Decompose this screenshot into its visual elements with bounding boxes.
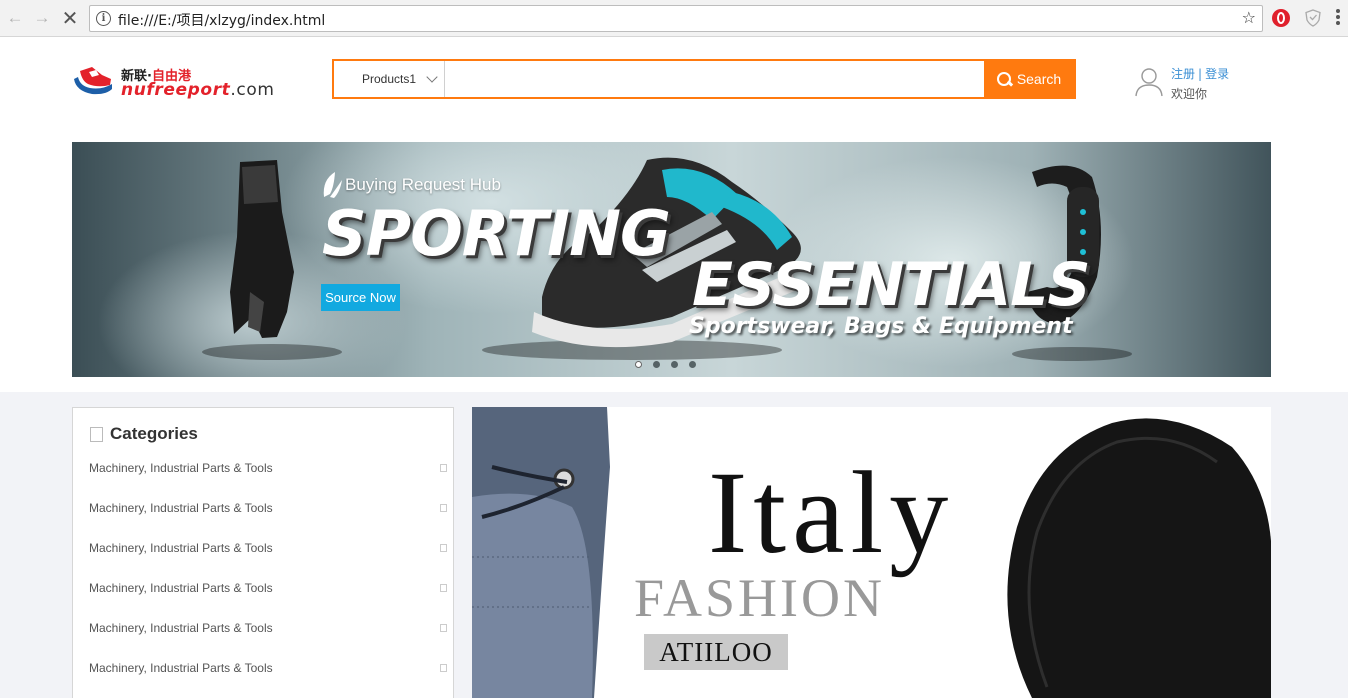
user-icon[interactable]: [1134, 66, 1164, 98]
address-bar[interactable]: i file:///E:/项目/xlzyg/index.html ☆: [89, 5, 1263, 32]
insole-image: [1007, 418, 1271, 698]
categories-title: Categories: [110, 424, 198, 443]
search-input[interactable]: [446, 61, 984, 97]
categories-panel: Categories Machinery, Industrial Parts &…: [72, 407, 454, 698]
register-link[interactable]: 注册: [1171, 67, 1195, 81]
login-link[interactable]: 登录: [1205, 67, 1229, 81]
chevron-right-icon: [440, 504, 447, 512]
promo-headline: Italy: [708, 447, 955, 578]
auth-separator: |: [1198, 67, 1203, 81]
category-item[interactable]: Machinery, Industrial Parts & Tools: [89, 579, 449, 599]
auth-links: 注册 | 登录: [1171, 65, 1229, 82]
categories-icon: [90, 426, 103, 442]
logo-mark-icon: [74, 67, 112, 95]
hero-subtitle: Sportswear, Bags & Equipment: [689, 314, 1073, 339]
search-button-label: Search: [1016, 71, 1062, 87]
search-button[interactable]: Search: [984, 61, 1074, 97]
site-logo[interactable]: 新联·自由港 nufreeport.com: [72, 62, 275, 102]
category-item[interactable]: Machinery, Industrial Parts & Tools: [89, 499, 449, 519]
category-label: Machinery, Industrial Parts & Tools: [89, 661, 273, 675]
welcome-text: 欢迎你: [1171, 87, 1208, 101]
category-item[interactable]: Machinery, Industrial Parts & Tools: [89, 459, 449, 479]
arrow-left-icon[interactable]: ←: [4, 7, 26, 29]
category-item[interactable]: Machinery, Industrial Parts & Tools: [89, 659, 449, 679]
search-category-select[interactable]: Products1: [334, 61, 445, 97]
carousel-dot-2[interactable]: [653, 361, 660, 368]
promo-brand-badge: ATIILOO: [644, 634, 788, 670]
chevron-down-icon: [426, 71, 438, 83]
hero-banner[interactable]: Buying Request Hub SPORTING ESSENTIALS S…: [72, 142, 1271, 377]
hero-title-line1: SPORTING: [322, 197, 671, 270]
promo-banner[interactable]: Italy FASHION ATIILOO: [472, 407, 1271, 698]
shield-icon[interactable]: [1305, 9, 1321, 27]
address-url[interactable]: file:///E:/项目/xlzyg/index.html: [118, 10, 325, 30]
category-item[interactable]: Machinery, Industrial Parts & Tools: [89, 539, 449, 559]
carousel-dot-1[interactable]: [635, 361, 642, 368]
chevron-right-icon: [440, 544, 447, 552]
browser-menu-icon[interactable]: [1336, 9, 1340, 27]
category-label: Machinery, Industrial Parts & Tools: [89, 461, 273, 475]
arrow-right-icon[interactable]: →: [31, 7, 53, 29]
chevron-right-icon: [440, 664, 447, 672]
carousel-dot-3[interactable]: [671, 361, 678, 368]
search-bar: Products1 Search: [332, 59, 1076, 99]
star-icon[interactable]: ☆: [1242, 8, 1256, 28]
category-label: Machinery, Industrial Parts & Tools: [89, 541, 273, 555]
hero-hub-text: Buying Request Hub: [345, 175, 501, 194]
source-now-button[interactable]: Source Now: [321, 284, 400, 311]
denim-shoe-image: [472, 407, 610, 698]
chevron-right-icon: [440, 584, 447, 592]
category-item[interactable]: Machinery, Industrial Parts & Tools: [89, 619, 449, 639]
hero-title-line2: ESSENTIALS: [692, 250, 1091, 320]
category-label: Machinery, Industrial Parts & Tools: [89, 621, 273, 635]
logo-english-text: nufreeport.com: [121, 80, 275, 100]
carousel-dots: [635, 361, 696, 368]
search-icon: [996, 71, 1012, 87]
hero-artwork: [202, 157, 1132, 361]
chevron-right-icon: [440, 624, 447, 632]
close-icon[interactable]: ✕: [59, 7, 81, 30]
browser-toolbar: ← → ✕ i file:///E:/项目/xlzyg/index.html ☆: [0, 0, 1348, 37]
chevron-right-icon: [440, 464, 447, 472]
search-category-label: Products1: [362, 72, 417, 86]
category-label: Machinery, Industrial Parts & Tools: [89, 501, 273, 515]
info-icon[interactable]: i: [96, 11, 111, 26]
carousel-dot-4[interactable]: [689, 361, 696, 368]
glove-image: [230, 160, 294, 338]
categories-header: Categories: [90, 424, 198, 444]
promo-subheadline: FASHION: [634, 568, 886, 628]
category-label: Machinery, Industrial Parts & Tools: [89, 581, 273, 595]
opera-extension-icon[interactable]: [1272, 9, 1290, 27]
